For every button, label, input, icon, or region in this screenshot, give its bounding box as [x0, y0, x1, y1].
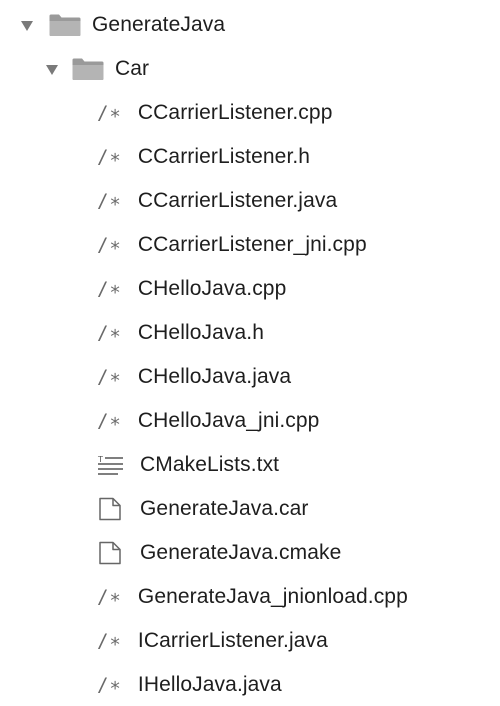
folder-icon [71, 57, 105, 81]
source-code-icon: /∗ [97, 190, 122, 212]
source-code-icon: /∗ [97, 102, 122, 124]
file-label: CHelloJava.java [137, 365, 292, 388]
source-code-icon: /∗ [97, 234, 122, 256]
tree-row-root-folder[interactable]: GenerateJava [0, 3, 225, 47]
source-code-icon: /∗ [97, 630, 122, 652]
tree-row-file[interactable]: /∗ ICarrierListener.java [0, 619, 328, 663]
tree-row-file[interactable]: /∗ CHelloJava.h [0, 311, 264, 355]
disclosure-triangle-icon[interactable] [20, 19, 34, 31]
source-code-icon: /∗ [97, 278, 122, 300]
source-code-icon: /∗ [97, 146, 122, 168]
file-label: CHelloJava.h [137, 321, 264, 344]
file-label: GenerateJava_jnionload.cpp [137, 585, 408, 608]
source-code-icon: /∗ [97, 674, 122, 696]
folder-label-root: GenerateJava [92, 13, 226, 36]
tree-row-file[interactable]: /∗ CCarrierListener.java [0, 179, 337, 223]
tree-row-file[interactable]: T CMakeLists.txt [0, 443, 279, 487]
tree-row-car-folder[interactable]: Car [0, 47, 149, 91]
file-label: CHelloJava.cpp [137, 277, 287, 300]
tree-row-file[interactable]: GenerateJava.car [0, 487, 309, 531]
tree-row-file[interactable]: /∗ CCarrierListener_jni.cpp [0, 223, 367, 267]
tree-row-file[interactable]: /∗ CCarrierListener.cpp [0, 91, 332, 135]
blank-file-icon [98, 541, 128, 565]
file-label: CCarrierListener.h [137, 145, 311, 168]
disclosure-triangle-icon[interactable] [45, 63, 59, 75]
source-code-icon: /∗ [97, 322, 122, 344]
tree-row-file[interactable]: /∗ CCarrierListener.h [0, 135, 310, 179]
file-label: IHelloJava.java [137, 673, 282, 696]
tree-row-file[interactable]: /∗ IHelloJava.java [0, 663, 282, 706]
text-file-icon: T [96, 453, 126, 477]
file-label: CMakeLists.txt [140, 453, 280, 476]
file-label: CCarrierListener_jni.cpp [137, 233, 367, 256]
tree-row-file[interactable]: /∗ CHelloJava.cpp [0, 267, 286, 311]
file-label: CCarrierListener.cpp [137, 101, 333, 124]
tree-row-file[interactable]: GenerateJava.cmake [0, 531, 341, 575]
source-code-icon: /∗ [97, 410, 122, 432]
source-code-icon: /∗ [97, 366, 122, 388]
tree-row-file[interactable]: /∗ CHelloJava.java [0, 355, 291, 399]
file-label: CCarrierListener.java [137, 189, 338, 212]
blank-file-icon [98, 497, 128, 521]
folder-icon [48, 13, 82, 37]
file-label: GenerateJava.car [140, 497, 309, 520]
file-label: CHelloJava_jni.cpp [137, 409, 320, 432]
svg-text:T: T [97, 455, 103, 464]
source-code-icon: /∗ [97, 586, 122, 608]
folder-label-car: Car [115, 57, 150, 80]
tree-row-file[interactable]: /∗ CHelloJava_jni.cpp [0, 399, 319, 443]
tree-row-file[interactable]: /∗ GenerateJava_jnionload.cpp [0, 575, 408, 619]
file-tree: GenerateJava Car /∗ CCarrierListener.cpp… [0, 0, 500, 706]
file-label: ICarrierListener.java [137, 629, 328, 652]
file-label: GenerateJava.cmake [140, 541, 342, 564]
